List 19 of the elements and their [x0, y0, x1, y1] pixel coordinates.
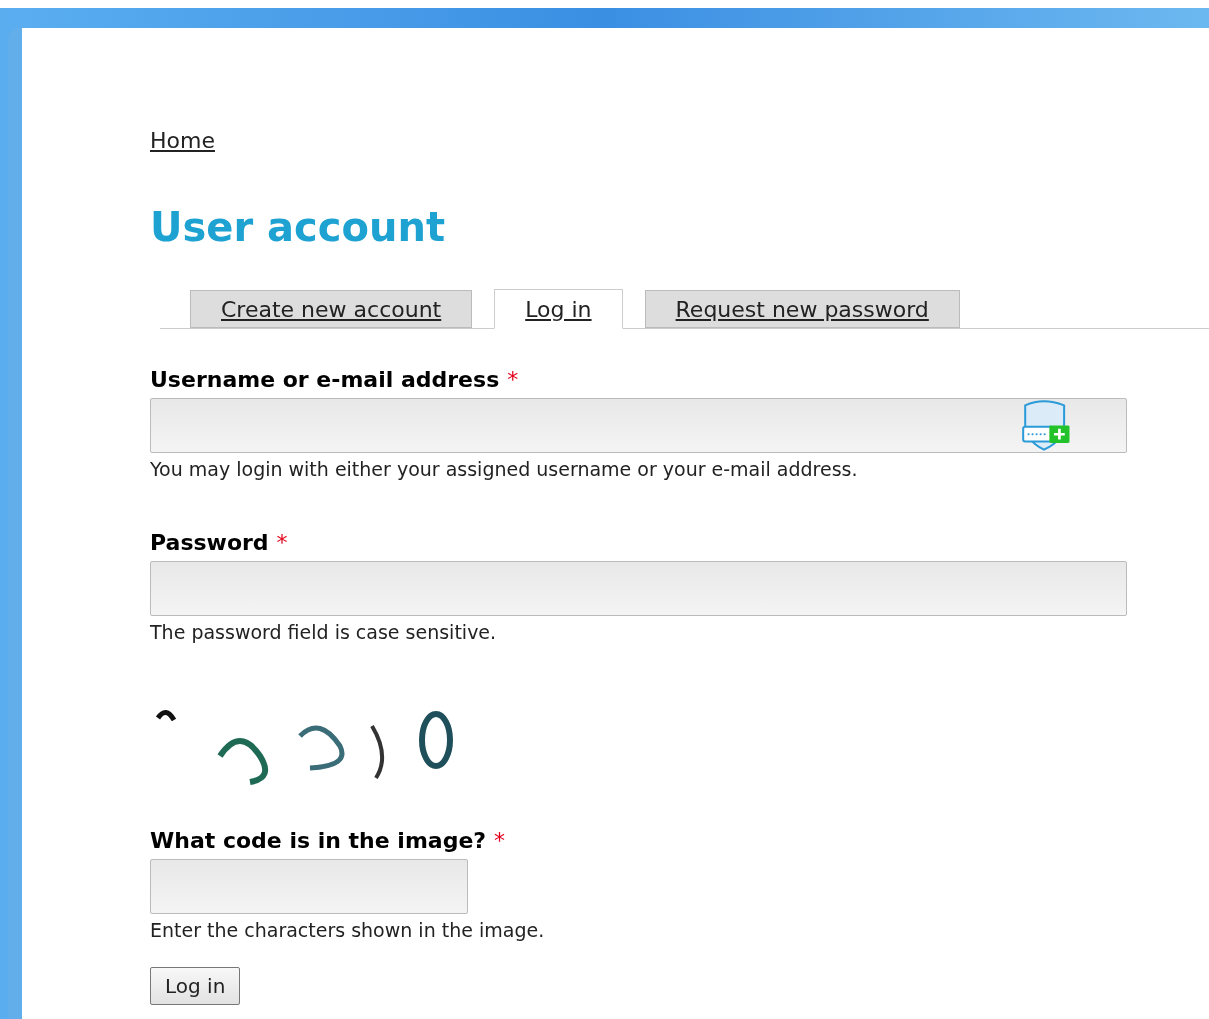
field-description: You may login with either your assigned username or your e-mail address.: [150, 457, 859, 482]
shield-key-icon[interactable]: [1021, 400, 1071, 451]
text-input[interactable]: [150, 859, 468, 914]
field-label: Username or e-mail address: [150, 366, 500, 394]
tab[interactable]: Log in: [494, 289, 623, 329]
required-mark: *: [276, 528, 288, 557]
field-label: What code is in the image?: [150, 827, 487, 855]
required-mark: *: [494, 827, 506, 855]
login-button[interactable]: Log in: [150, 966, 241, 1005]
text-input[interactable]: [150, 560, 1127, 616]
required-mark: *: [507, 366, 519, 394]
page-title: User account: [150, 207, 447, 247]
tab[interactable]: Create new account: [190, 290, 473, 328]
field-description: Enter the characters shown in the image.: [150, 918, 546, 943]
field-label: Password: [150, 528, 269, 557]
breadcrumb-link[interactable]: Home: [150, 128, 215, 153]
text-input[interactable]: [150, 398, 1127, 453]
tab[interactable]: Request new password: [644, 290, 960, 328]
field-description: The password field is case sensitive.: [150, 619, 498, 645]
